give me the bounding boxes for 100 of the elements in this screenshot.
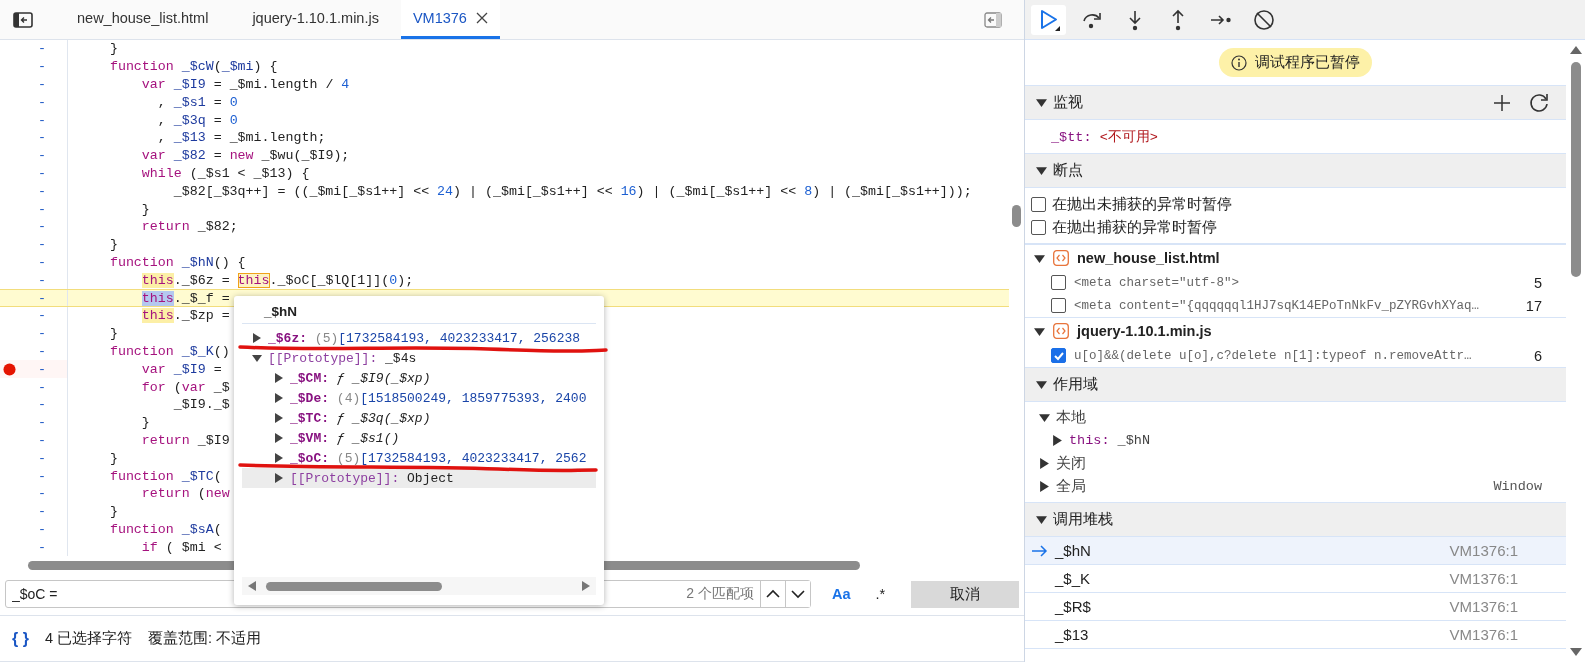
- call-frame[interactable]: _$13 VM1376:1: [1025, 621, 1566, 649]
- expand-triangle-icon[interactable]: [274, 373, 284, 383]
- panel-toggle-icon[interactable]: [984, 11, 1002, 28]
- scope-label[interactable]: 关闭: [1056, 454, 1086, 473]
- breakpoint-code[interactable]: <meta charset="utf-8">: [1074, 275, 1240, 290]
- line-gutter[interactable]: -: [0, 431, 68, 450]
- expand-triangle-icon[interactable]: [1036, 379, 1047, 390]
- expand-triangle-icon[interactable]: [252, 353, 262, 363]
- expand-triangle-icon[interactable]: [1052, 435, 1063, 446]
- add-icon[interactable]: [1492, 92, 1512, 113]
- expand-triangle-icon[interactable]: [274, 473, 284, 483]
- breakpoint-code[interactable]: <meta content="{qqqqqql1HJ7sqK14EPoTnNkFv_pZYRGvhXYaq…: [1074, 298, 1480, 313]
- line-gutter[interactable]: -: [0, 484, 68, 503]
- line-gutter[interactable]: -: [0, 40, 68, 58]
- checkbox[interactable]: [1051, 298, 1066, 313]
- scroll-right-icon[interactable]: [582, 581, 590, 591]
- expand-triangle-icon[interactable]: [1034, 325, 1045, 337]
- expand-triangle-icon[interactable]: [1034, 252, 1045, 264]
- expand-triangle-icon[interactable]: [1036, 514, 1047, 525]
- scroll-left-icon[interactable]: [248, 581, 256, 591]
- function-name: _$13: [1055, 626, 1089, 643]
- expand-triangle-icon[interactable]: [1039, 458, 1050, 469]
- line-gutter[interactable]: -: [0, 290, 68, 306]
- line-gutter[interactable]: -: [0, 75, 68, 94]
- line-gutter[interactable]: -: [0, 413, 68, 432]
- code-line: return _$I9: [140, 432, 230, 448]
- refresh-icon[interactable]: [1528, 91, 1550, 114]
- line-gutter[interactable]: -: [0, 164, 68, 183]
- line-gutter[interactable]: -: [0, 378, 68, 396]
- line-gutter[interactable]: -: [0, 182, 68, 201]
- call-frame[interactable]: _$hN VM1376:1: [1025, 537, 1566, 565]
- line-number: -: [38, 326, 46, 342]
- expand-triangle-icon[interactable]: [252, 333, 262, 343]
- line-gutter[interactable]: -: [0, 538, 68, 556]
- expand-triangle-icon[interactable]: [1039, 412, 1050, 423]
- expand-triangle-icon[interactable]: [1036, 97, 1047, 108]
- line-gutter[interactable]: -: [0, 360, 68, 379]
- expand-triangle-icon[interactable]: [1039, 481, 1050, 492]
- line-number: -: [38, 237, 46, 253]
- close-icon[interactable]: [475, 12, 488, 24]
- call-frame[interactable]: _$_K VM1376:1: [1025, 565, 1566, 593]
- line-gutter[interactable]: -: [0, 324, 68, 343]
- search-field[interactable]: _$oC =: [6, 586, 687, 602]
- line-gutter[interactable]: -: [0, 235, 68, 254]
- breakpoint-code[interactable]: u[o]&&(delete u[o],c?delete n[1]:typeof n.removeAttr…: [1074, 348, 1472, 363]
- line-gutter[interactable]: -: [0, 146, 68, 165]
- file-tab[interactable]: jquery-1.10.1.min.js: [230, 0, 401, 39]
- popover-scrollbar[interactable]: [242, 577, 596, 595]
- code-line: }: [108, 504, 118, 520]
- scroll-up-icon[interactable]: [1569, 46, 1582, 54]
- hovered-row[interactable]: [[Prototype]]: Object: [242, 468, 596, 488]
- line-gutter[interactable]: -: [0, 253, 68, 272]
- file-tab[interactable]: VM1376: [400, 0, 500, 39]
- line-gutter[interactable]: -: [0, 129, 68, 147]
- line-number: -: [38, 41, 46, 57]
- breakpoint-dot-icon[interactable]: [3, 362, 16, 376]
- line-gutter[interactable]: -: [0, 57, 68, 76]
- line-gutter[interactable]: -: [0, 111, 68, 129]
- expand-triangle-icon[interactable]: [1036, 165, 1047, 176]
- line-gutter[interactable]: -: [0, 449, 68, 468]
- line-gutter[interactable]: -: [0, 93, 68, 112]
- expand-triangle-icon[interactable]: [274, 413, 284, 423]
- cancel-button[interactable]: 取消: [911, 580, 1019, 608]
- line-gutter[interactable]: -: [0, 467, 68, 485]
- checkbox[interactable]: [1031, 220, 1046, 235]
- pretty-print-button[interactable]: { }: [12, 629, 29, 648]
- search-option-toggle[interactable]: .*: [871, 584, 890, 604]
- line-number: -: [38, 59, 46, 75]
- section-header[interactable]: 监视: [1025, 85, 1566, 120]
- checkbox[interactable]: [1031, 197, 1046, 212]
- sidebar-toggle-icon[interactable]: [13, 11, 33, 28]
- search-option-toggle[interactable]: Aa: [828, 584, 855, 604]
- expand-triangle-icon[interactable]: [274, 393, 284, 403]
- scope-variable: this: _$hN: [1069, 433, 1151, 448]
- line-gutter[interactable]: -: [0, 395, 68, 414]
- call-frame[interactable]: _$R$ VM1376:1: [1025, 593, 1566, 621]
- scroll-down-icon[interactable]: [1569, 648, 1582, 656]
- file-tab[interactable]: new_house_list.html: [55, 0, 231, 39]
- section-header[interactable]: 调用堆栈: [1025, 502, 1566, 537]
- scope-label[interactable]: 全局: [1056, 477, 1086, 496]
- expand-triangle-icon[interactable]: [274, 433, 284, 443]
- scrollbar-thumb[interactable]: [1570, 62, 1581, 277]
- next-match-button[interactable]: [785, 581, 810, 607]
- line-gutter[interactable]: -: [0, 502, 68, 521]
- section-header[interactable]: 断点: [1025, 153, 1566, 188]
- checkbox[interactable]: [1051, 275, 1066, 290]
- file-name[interactable]: new_house_list.html: [1077, 250, 1220, 266]
- line-gutter[interactable]: -: [0, 520, 68, 539]
- scope-label[interactable]: 本地: [1056, 408, 1086, 427]
- expand-triangle-icon[interactable]: [274, 453, 284, 463]
- scrollbar-thumb[interactable]: [1012, 205, 1021, 227]
- section-header[interactable]: 作用域: [1025, 367, 1566, 402]
- line-gutter[interactable]: -: [0, 306, 68, 325]
- scrollbar-thumb[interactable]: [266, 581, 442, 591]
- checkbox[interactable]: [1051, 348, 1066, 363]
- line-gutter[interactable]: -: [0, 200, 68, 218]
- line-gutter[interactable]: -: [0, 217, 68, 236]
- file-name[interactable]: jquery-1.10.1.min.js: [1077, 323, 1212, 339]
- section-title: 作用域: [1053, 375, 1098, 394]
- resume-button[interactable]: [1031, 4, 1066, 35]
